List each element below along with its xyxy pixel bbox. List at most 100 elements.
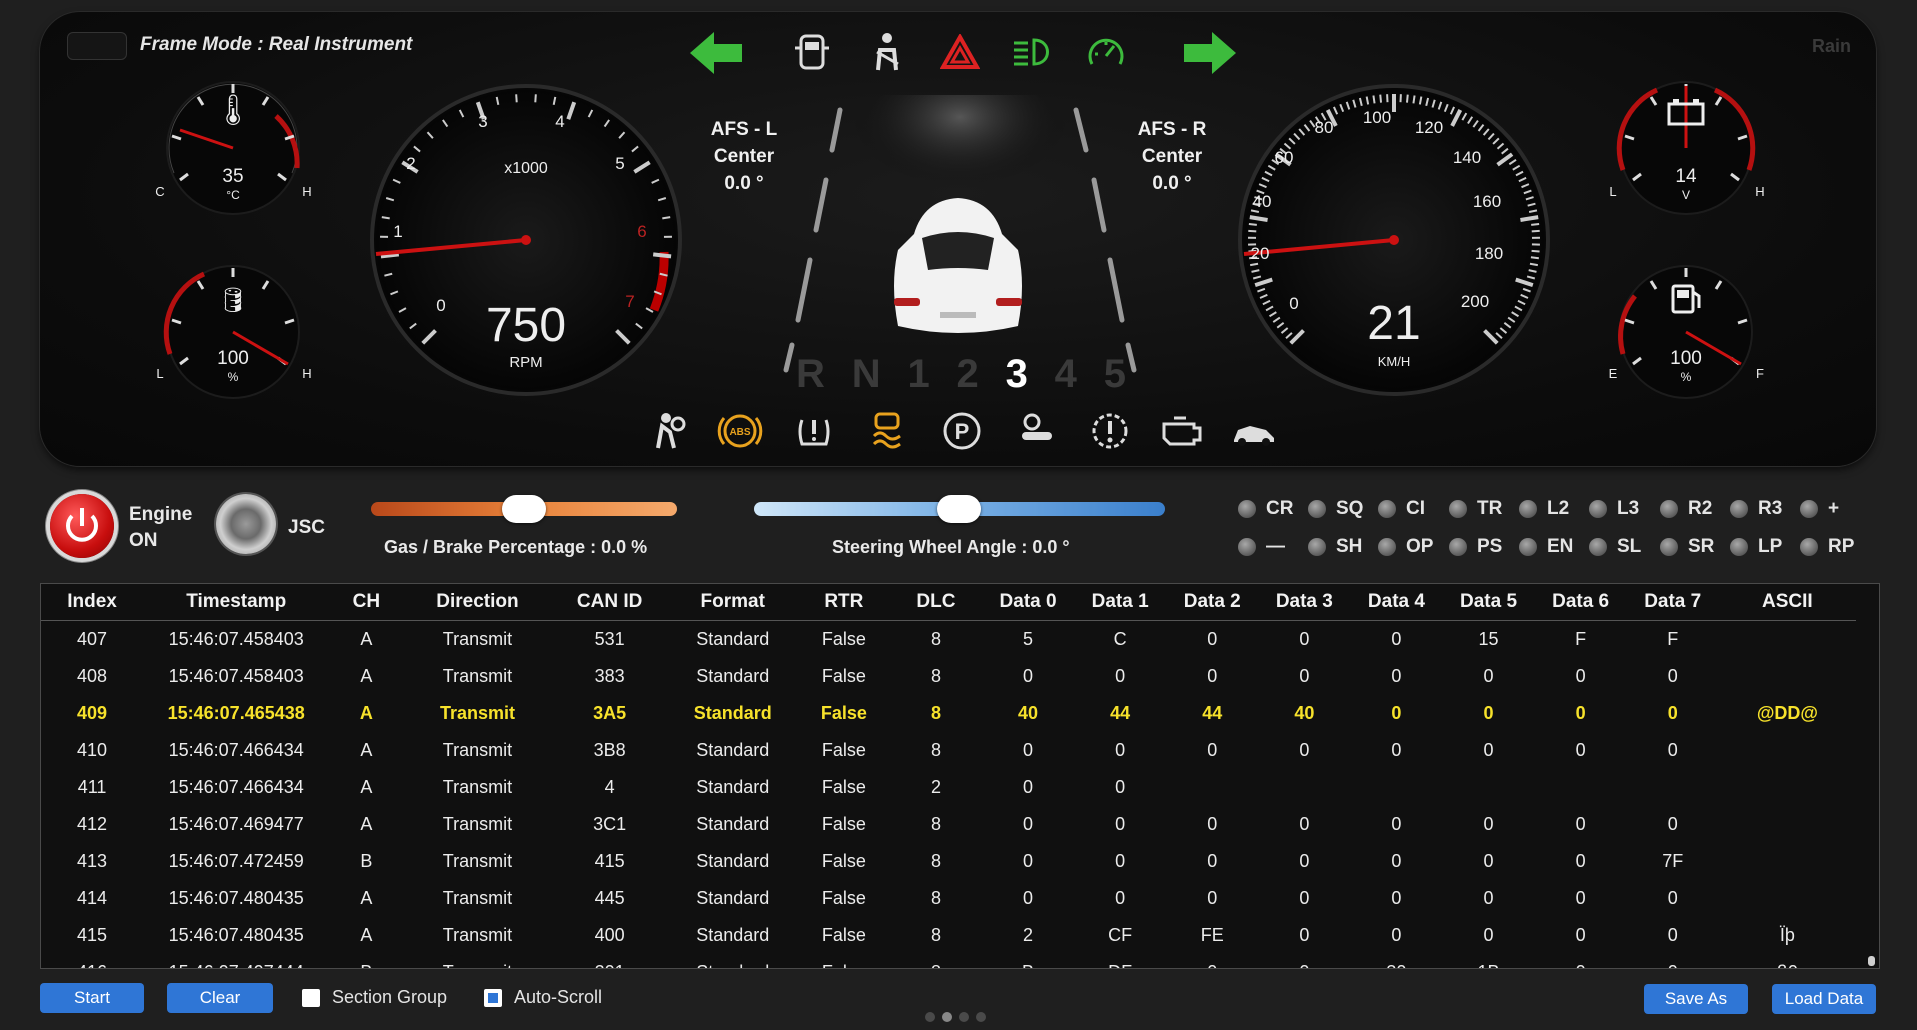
table-cell: Standard [696,888,770,908]
column-header[interactable]: Format [667,584,798,621]
page-dot[interactable] [976,1012,986,1022]
table-row[interactable]: 41615:46:07.497444BTransmit201StandardFa… [41,954,1856,968]
column-header[interactable]: Data 2 [1166,584,1259,621]
section-group-checkbox[interactable]: Section Group [302,987,447,1008]
steering-slider-knob[interactable] [937,495,981,523]
gear-4: 4 [1054,352,1077,396]
indicator-sl[interactable]: SL [1589,536,1641,558]
page-dot[interactable] [959,1012,969,1022]
column-header[interactable]: Data 1 [1074,584,1167,621]
table-row[interactable]: 414 15:46:07.480435 A Transmit 445 Standard Fa… [41,880,1856,917]
load-data-button[interactable]: Load Data [1772,984,1876,1014]
clear-button[interactable]: Clear [167,983,273,1013]
indicator-op[interactable]: OP [1378,536,1433,558]
engine-label: Engine [129,504,193,525]
table-cell [1719,880,1856,917]
table-row[interactable]: 407 15:46:07.458403 A Transmit 531 Standard Fa… [41,621,1856,659]
section-group-box[interactable] [302,988,320,1007]
table-cell [1719,843,1856,880]
indicator-l2[interactable]: L2 [1519,498,1569,520]
indicator-lp[interactable]: LP [1730,536,1782,558]
indicator-label: PS [1477,536,1503,557]
column-header[interactable]: Data 0 [982,584,1075,621]
table-cell: 0 [1391,629,1402,649]
table-cell: 0 [1299,925,1310,945]
column-header[interactable]: DLC [889,584,982,621]
column-header[interactable]: Data 7 [1626,584,1719,621]
table-row[interactable]: 408 15:46:07.458403 A Transmit 383 Standard Fa… [41,658,1856,695]
indicator-minus[interactable]: — [1238,536,1285,558]
indicator-en[interactable]: EN [1519,536,1573,558]
column-header[interactable]: Data 6 [1534,584,1627,621]
indicator-plus[interactable]: + [1800,498,1839,520]
column-header[interactable]: Index [41,584,144,621]
column-header[interactable]: Timestamp [143,584,330,621]
table-row[interactable]: 411 15:46:07.466434 A Transmit 4 Standard Fals… [41,769,1856,806]
auto-scroll-checkbox[interactable]: Auto-Scroll [484,987,602,1008]
table-cell: 0 [1667,666,1678,686]
indicator-led [1800,500,1818,518]
rain-indicator: Rain [1812,36,1852,56]
indicator-tr[interactable]: TR [1449,498,1502,520]
indicator-sr[interactable]: SR [1660,536,1714,558]
indicator-led [1238,538,1256,556]
page-dot-current[interactable] [942,1012,952,1022]
gas-brake-slider-knob[interactable] [502,495,546,523]
table-cell: 0 [1115,851,1126,871]
page-indicator[interactable] [925,1012,986,1022]
indicator-l3[interactable]: L3 [1589,498,1639,520]
table-row[interactable]: 409 15:46:07.465438 A Transmit 3A5 Standard Fa… [41,695,1856,732]
hazard-icon[interactable] [939,32,981,70]
table-cell: 0 [1391,666,1402,686]
table-row[interactable]: 412 15:46:07.469477 A Transmit 3C1 Standard Fa… [41,806,1856,843]
column-header[interactable]: CAN ID [551,584,668,621]
dial-tick [1379,94,1383,103]
table-cell: 409 [77,703,108,723]
table-scrollbar[interactable] [1868,956,1875,966]
table-cell: 445 [594,888,625,908]
column-header[interactable]: ASCII [1718,584,1856,621]
table-row[interactable]: 415 15:46:07.480435 A Transmit 400 Standard Fa… [41,917,1856,954]
auto-scroll-box[interactable] [484,988,502,1007]
table-cell: 0 [1575,703,1586,723]
table-cell: 0 [1299,888,1310,908]
indicator-cr[interactable]: CR [1238,498,1293,520]
column-header[interactable]: RTR [797,584,890,621]
coolant-icon: 🌡 [214,94,252,127]
table-row[interactable]: 413 15:46:07.472459 B Transmit 415 Standard Fa… [41,843,1856,880]
column-header[interactable]: Data 4 [1350,584,1443,621]
table-row[interactable]: 410 15:46:07.466434 A Transmit 3B8 Standard Fa… [41,732,1856,769]
table-cell: A [360,888,373,908]
column-header[interactable]: Data 5 [1442,584,1535,621]
door-open-icon [793,32,831,72]
table-cell: 0 [1023,777,1034,797]
indicator-r2[interactable]: R2 [1660,498,1712,520]
table-cell: DF [1074,954,1166,968]
column-header[interactable]: CH [329,584,404,621]
table-cell: Transmit [442,888,513,908]
indicator-sq[interactable]: SQ [1308,498,1363,520]
frame-mode-toggle[interactable] [67,32,127,60]
dial-tick [515,94,518,103]
indicator-r3[interactable]: R3 [1730,498,1782,520]
indicator-ci[interactable]: CI [1378,498,1425,520]
start-button[interactable]: Start [40,983,144,1013]
table-cell: 414 [77,888,108,908]
indicator-rp[interactable]: RP [1800,536,1854,558]
collision-icon [1234,426,1274,446]
indicator-ps[interactable]: PS [1449,536,1502,558]
save-as-button[interactable]: Save As [1644,984,1748,1014]
jsc-button[interactable] [216,494,276,554]
engine-power-button[interactable] [50,494,114,558]
column-header[interactable]: Direction [403,584,552,621]
can-message-table[interactable]: Index Timestamp CH Direction CAN ID Format RTR… [40,583,1880,969]
coolant-value: 35 [222,166,244,187]
table-cell: 8 [930,851,941,871]
column-header[interactable]: Data 3 [1258,584,1351,621]
table-cell: Standard [668,954,798,968]
table-cell: 8 [890,954,982,968]
table-cell: 0 [1023,666,1034,686]
indicator-sh[interactable]: SH [1308,536,1362,558]
dial-tick [1531,249,1540,253]
page-dot[interactable] [925,1012,935,1022]
